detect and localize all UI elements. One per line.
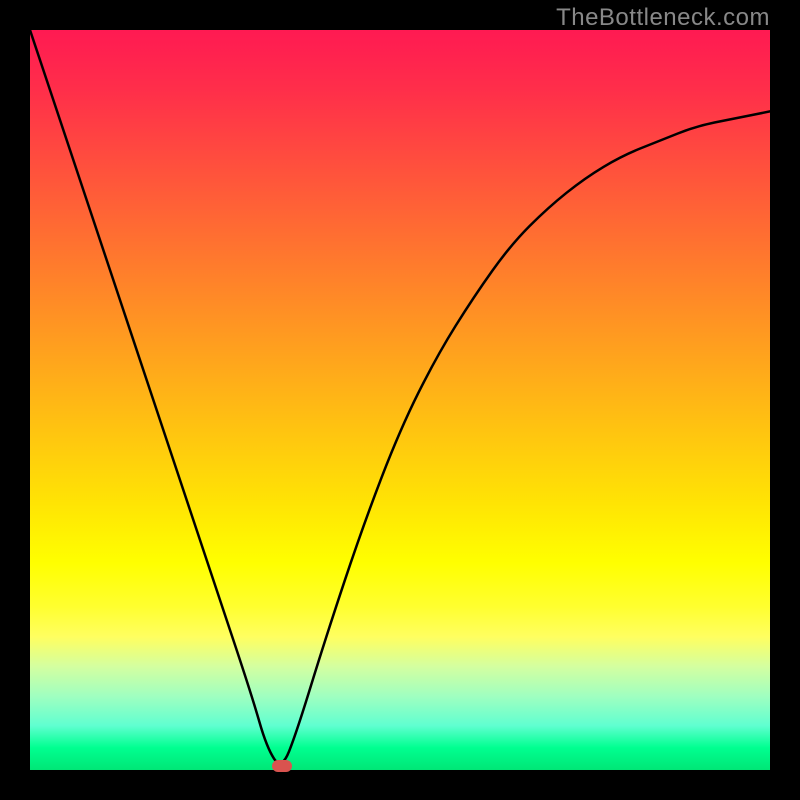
- curve-layer: [30, 30, 770, 770]
- bottleneck-curve: [30, 30, 770, 763]
- chart-background: [30, 30, 770, 770]
- watermark-text: TheBottleneck.com: [556, 4, 770, 32]
- optimal-point-marker: [272, 760, 292, 772]
